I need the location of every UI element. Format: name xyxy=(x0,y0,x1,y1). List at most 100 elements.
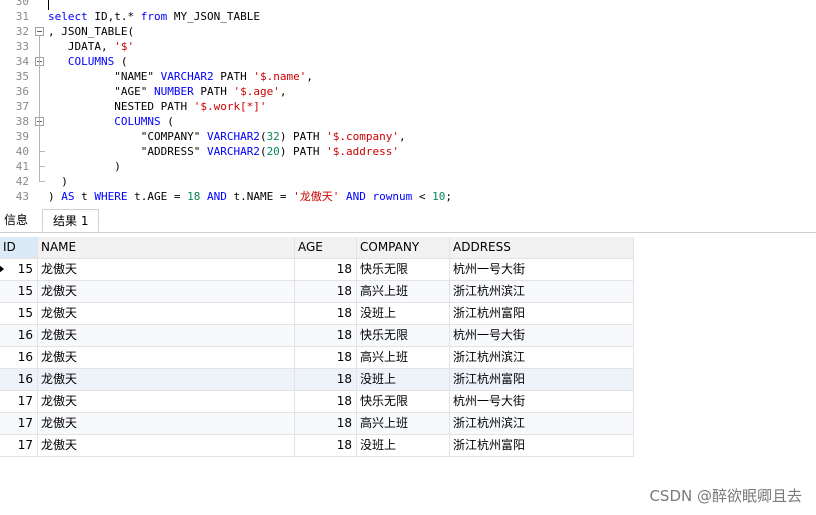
table-cell[interactable]: 龙傲天 xyxy=(38,435,295,457)
code-token: , xyxy=(306,70,313,83)
code-line[interactable]: 38 COLUMNS ( xyxy=(0,114,816,129)
code-line[interactable]: 30 xyxy=(0,0,816,9)
code-line[interactable]: 42 ) xyxy=(0,174,816,189)
line-number: 35 xyxy=(15,70,29,83)
table-cell[interactable]: 17 xyxy=(0,391,38,413)
table-cell[interactable]: 浙江杭州富阳 xyxy=(450,303,634,325)
line-number: 42 xyxy=(15,175,29,188)
table-cell[interactable]: 没班上 xyxy=(357,435,450,457)
table-cell[interactable]: 15 xyxy=(0,259,38,281)
table-cell[interactable]: 18 xyxy=(295,391,357,413)
table-cell[interactable]: 高兴上班 xyxy=(357,347,450,369)
column-header[interactable]: NAME xyxy=(38,237,295,259)
table-row[interactable]: 16 龙傲天 18 高兴上班 浙江杭州滨江 xyxy=(0,347,634,369)
code-token: '$' xyxy=(114,40,135,53)
code-text: "ADDRESS" VARCHAR2(20) PATH '$.address' xyxy=(48,144,399,159)
table-cell[interactable]: 18 xyxy=(295,435,357,457)
code-text: "AGE" NUMBER PATH '$.age', xyxy=(48,84,286,99)
code-line[interactable]: 35 "NAME" VARCHAR2 PATH '$.name', xyxy=(0,69,816,84)
table-cell[interactable]: 没班上 xyxy=(357,369,450,391)
table-cell[interactable]: 16 xyxy=(0,369,38,391)
line-number: 34 xyxy=(15,55,29,68)
table-cell[interactable]: 龙傲天 xyxy=(38,303,295,325)
table-row[interactable]: 17 龙傲天 18 快乐无限 杭州一号大街 xyxy=(0,391,634,413)
fold-toggle-icon[interactable] xyxy=(35,27,44,36)
table-cell[interactable]: 15 xyxy=(0,303,38,325)
table-cell[interactable]: 18 xyxy=(295,303,357,325)
table-cell[interactable]: 龙傲天 xyxy=(38,413,295,435)
table-row[interactable]: 17 龙傲天 18 没班上 浙江杭州富阳 xyxy=(0,435,634,457)
code-token: '$.name' xyxy=(253,70,307,83)
column-header[interactable]: AGE xyxy=(295,237,357,259)
column-header[interactable]: ADDRESS xyxy=(450,237,634,259)
table-cell[interactable]: 16 xyxy=(0,347,38,369)
line-number: 31 xyxy=(15,10,29,23)
table-cell[interactable]: 浙江杭州滨江 xyxy=(450,281,634,303)
code-line[interactable]: 31 select ID,t.* from MY_JSON_TABLE xyxy=(0,9,816,24)
code-token: , xyxy=(399,130,406,143)
table-cell[interactable]: 高兴上班 xyxy=(357,281,450,303)
table-cell[interactable]: 快乐无限 xyxy=(357,325,450,347)
table-cell[interactable]: 15 xyxy=(0,281,38,303)
code-line[interactable]: 37 NESTED PATH '$.work[*]' xyxy=(0,99,816,114)
table-cell[interactable]: 浙江杭州富阳 xyxy=(450,369,634,391)
code-token: AND xyxy=(345,190,366,203)
code-token: t.AGE = xyxy=(127,190,188,203)
code-token: , xyxy=(279,85,287,98)
table-row[interactable]: 15 龙傲天 18 快乐无限 杭州一号大街 xyxy=(0,259,634,281)
table-row[interactable]: 16 龙傲天 18 没班上 浙江杭州富阳 xyxy=(0,369,634,391)
table-cell[interactable]: 浙江杭州滨江 xyxy=(450,413,634,435)
table-cell[interactable]: 快乐无限 xyxy=(357,259,450,281)
table-cell[interactable]: 龙傲天 xyxy=(38,347,295,369)
table-cell[interactable]: 浙江杭州富阳 xyxy=(450,435,634,457)
table-cell[interactable]: 龙傲天 xyxy=(38,391,295,413)
tab-info[interactable]: 信息 xyxy=(0,209,28,232)
table-cell[interactable]: 18 xyxy=(295,325,357,347)
table-row[interactable]: 16 龙傲天 18 快乐无限 杭州一号大街 xyxy=(0,325,634,347)
table-cell[interactable]: 17 xyxy=(0,413,38,435)
table-cell[interactable]: 18 xyxy=(295,281,357,303)
table-cell[interactable]: 龙傲天 xyxy=(38,369,295,391)
table-row[interactable]: 15 龙傲天 18 高兴上班 浙江杭州滨江 xyxy=(0,281,634,303)
table-cell[interactable]: 18 xyxy=(295,369,357,391)
table-cell[interactable]: 16 xyxy=(0,325,38,347)
table-cell[interactable]: 龙傲天 xyxy=(38,281,295,303)
code-line[interactable]: 33 JDATA, '$' xyxy=(0,39,816,54)
table-cell[interactable]: 杭州一号大街 xyxy=(450,259,634,281)
table-cell[interactable]: 18 xyxy=(295,413,357,435)
code-token: WHERE xyxy=(94,190,128,203)
table-cell[interactable]: 龙傲天 xyxy=(38,259,295,281)
tab-result-1[interactable]: 结果 1 xyxy=(42,209,100,232)
table-cell[interactable]: 18 xyxy=(295,259,357,281)
code-line[interactable]: 41 ) xyxy=(0,159,816,174)
code-line[interactable]: 43) AS t WHERE t.AGE = 18 AND t.NAME = '… xyxy=(0,189,816,204)
sql-editor[interactable]: 30 31 select ID,t.* from MY_JSON_TABLE 32 , … xyxy=(0,0,816,206)
line-number: 40 xyxy=(15,145,29,158)
table-row[interactable]: 17 龙傲天 18 高兴上班 浙江杭州滨江 xyxy=(0,413,634,435)
table-cell[interactable]: 17 xyxy=(0,435,38,457)
code-token: '$.age' xyxy=(233,85,280,98)
table-cell[interactable]: 浙江杭州滨江 xyxy=(450,347,634,369)
table-cell[interactable]: 龙傲天 xyxy=(38,325,295,347)
code-token: COLUMNS xyxy=(114,115,161,128)
table-cell[interactable]: 杭州一号大街 xyxy=(450,325,634,347)
code-line[interactable]: 36 "AGE" NUMBER PATH '$.age', xyxy=(0,84,816,99)
code-token: AS xyxy=(61,190,75,203)
column-header[interactable]: COMPANY xyxy=(357,237,450,259)
table-cell[interactable]: 18 xyxy=(295,347,357,369)
table-cell[interactable]: 快乐无限 xyxy=(357,391,450,413)
table-cell[interactable]: 高兴上班 xyxy=(357,413,450,435)
code-line[interactable]: 39 "COMPANY" VARCHAR2(32) PATH '$.compan… xyxy=(0,129,816,144)
table-cell[interactable]: 杭州一号大街 xyxy=(450,391,634,413)
code-line[interactable]: 40 "ADDRESS" VARCHAR2(20) PATH '$.addres… xyxy=(0,144,816,159)
table-row[interactable]: 15 龙傲天 18 没班上 浙江杭州富阳 xyxy=(0,303,634,325)
code-text: ) xyxy=(48,159,121,174)
code-line[interactable]: 34 COLUMNS ( xyxy=(0,54,816,69)
column-header[interactable]: ID xyxy=(0,237,38,259)
code-line[interactable]: 32 , JSON_TABLE( xyxy=(0,24,816,39)
table-cell[interactable]: 没班上 xyxy=(357,303,450,325)
code-token: AND xyxy=(206,190,227,203)
